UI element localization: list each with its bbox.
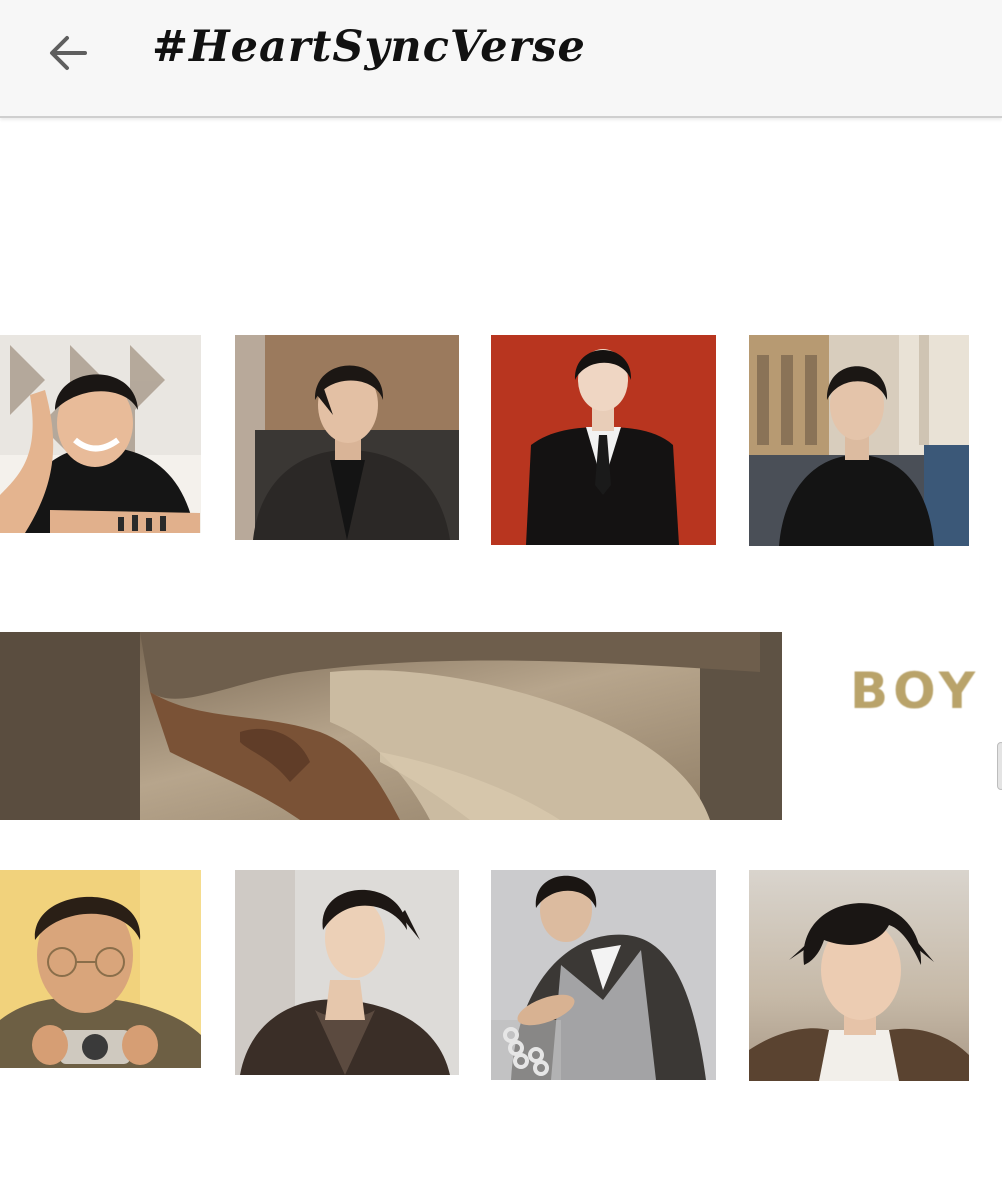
photo-street-black-jacket[interactable] (749, 335, 969, 546)
page-title: #HeartSyncVerse (152, 22, 586, 72)
back-button[interactable] (38, 28, 96, 78)
top-bar: #HeartSyncVerse (0, 0, 1002, 118)
arrow-left-icon (50, 36, 87, 70)
photo-brown-blazer[interactable] (235, 870, 459, 1075)
carousel-next-handle[interactable] (997, 742, 1002, 790)
photo-tweed-sweater[interactable] (491, 870, 716, 1080)
photo-smiling-black-tee[interactable] (0, 335, 201, 533)
photo-suit-red-backdrop[interactable] (491, 335, 716, 545)
photo-messy-hair-closeup[interactable] (749, 870, 969, 1081)
banner-hands-image[interactable] (0, 632, 782, 820)
photo-camera-glasses[interactable] (0, 870, 201, 1068)
banner-text: BOY (850, 662, 981, 720)
photo-leather-jacket[interactable] (235, 335, 459, 540)
